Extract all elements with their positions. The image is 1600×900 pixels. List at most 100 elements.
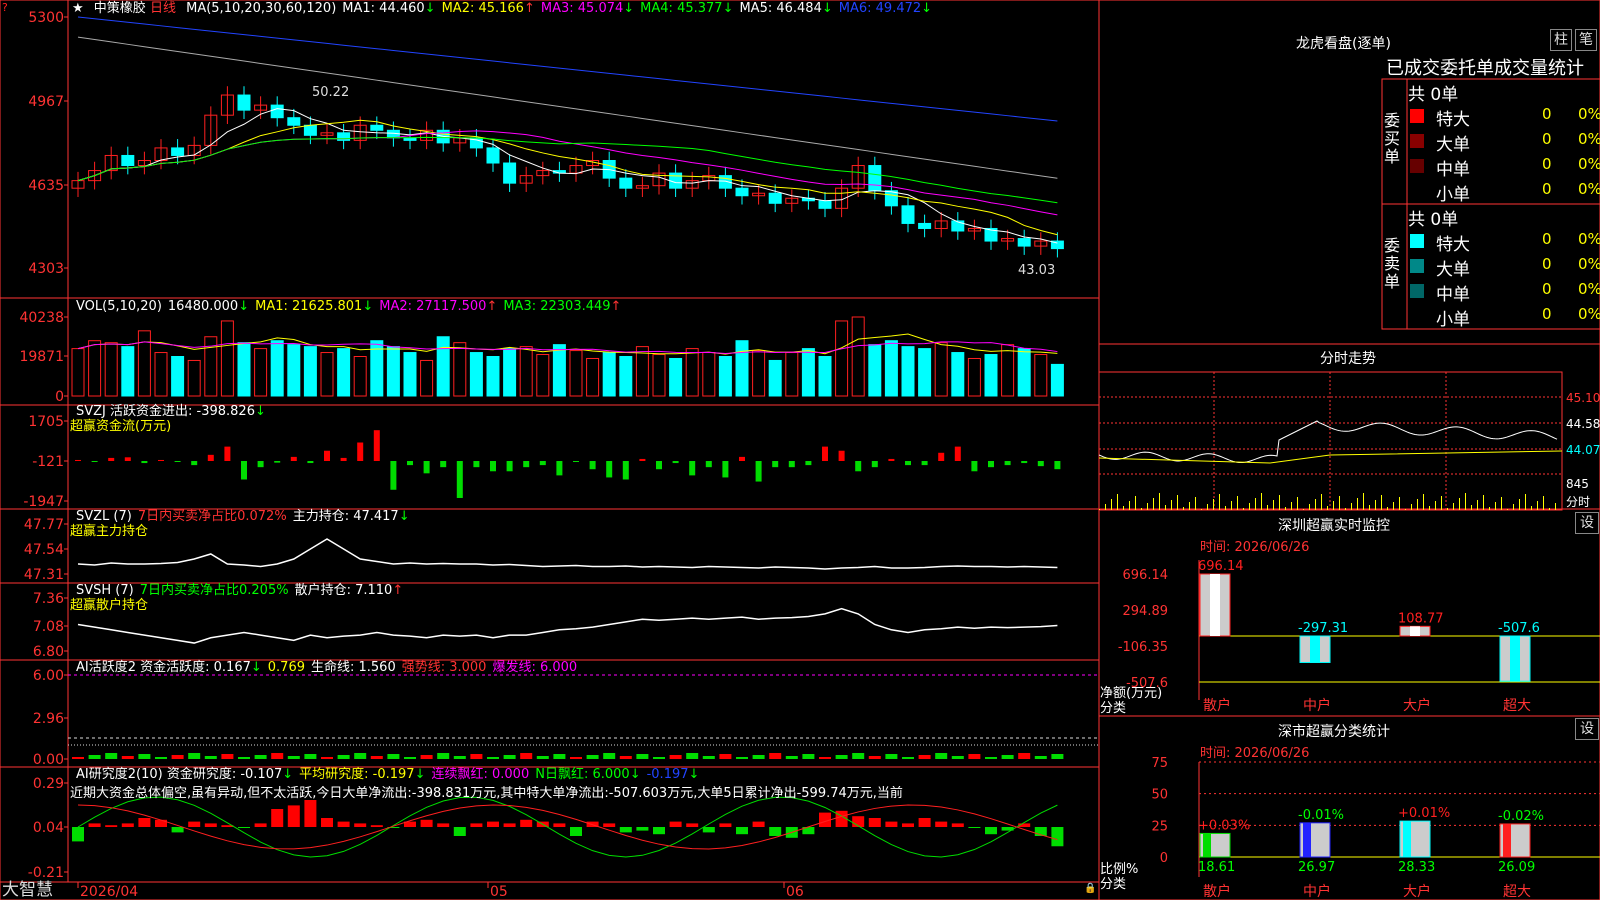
candle [287, 117, 301, 126]
corner-marker: ? [2, 1, 8, 14]
arrow-down-icon: ↓ [722, 1, 734, 16]
intraday-vol-bar [1327, 506, 1328, 510]
activity-bar [902, 757, 914, 759]
intraday-vol-bar [1225, 506, 1226, 510]
volume-bar [287, 344, 301, 397]
intraday-vol-bar [1333, 501, 1334, 510]
svsh-line [77, 607, 1058, 644]
axis-label: -121 [32, 454, 64, 470]
monitor-value: -507.6 [1498, 621, 1540, 636]
research-bar [121, 823, 134, 827]
indicator-value: MA1: 44.460 [342, 1, 425, 16]
axis-label: 0.29 [33, 776, 64, 792]
indicator-value: 散户持仓: 7.110 [294, 583, 393, 598]
main-chart-canvas[interactable]: 5300 4967 4635 4303 40238 19871 0 1705 -121 -1947… [0, 0, 1600, 900]
intraday-vol-bar [1285, 507, 1286, 510]
intraday-vol-bar [1147, 503, 1148, 510]
intraday-vol-bar [1537, 501, 1538, 510]
research-bar [603, 823, 616, 827]
monitor-category: 超大 [1503, 698, 1531, 714]
candle [486, 147, 500, 164]
intraday-vol-bar [1507, 509, 1508, 510]
arrow-down-icon: ↓ [424, 1, 436, 16]
indicator-value: MA6: 49.472 [838, 1, 922, 16]
ai-activity-header: AI活跃度2 资金活跃度: 0.167↓ 0.769 生命线: 1.560 强势线: … [70, 660, 577, 676]
volume-bar [88, 340, 102, 397]
sell-total: 共 0单 [1408, 210, 1459, 230]
arrow-up-icon: ↑ [523, 1, 535, 16]
svzl-line [77, 538, 1058, 570]
row-count: 0 [1542, 180, 1552, 198]
tick-view-button[interactable]: 笔 [1575, 29, 1597, 51]
candle [901, 205, 915, 224]
candle [735, 187, 749, 197]
intraday-vol-bar [1201, 509, 1202, 510]
volume-bar [104, 342, 118, 397]
legend-swatch [1410, 284, 1424, 298]
stats-axis-label: 25 [1151, 819, 1168, 834]
column-view-button[interactable]: 柱 [1550, 29, 1572, 51]
activity-bar [321, 757, 333, 759]
volume-bar [270, 340, 284, 397]
arrow-down-icon: ↓ [238, 299, 250, 314]
activity-bar [404, 757, 416, 759]
stats-settings-button[interactable]: 设 [1575, 718, 1599, 740]
arrow-down-icon: ↓ [629, 767, 641, 782]
flow-bar [573, 461, 579, 462]
flow-bar [838, 450, 845, 461]
intraday-vol-bar [1237, 496, 1238, 510]
period-label[interactable]: 日线 [150, 1, 176, 16]
activity-bar [586, 755, 599, 759]
axis-label: 5300 [28, 10, 64, 26]
volume-bar [403, 352, 417, 397]
volume-bar [469, 352, 483, 397]
activity-bar [603, 753, 616, 759]
activity-bar [287, 756, 300, 759]
intraday-vol-bar [1549, 508, 1550, 510]
arrow-up-icon: ↑ [486, 299, 498, 314]
volume-bar [187, 359, 201, 397]
research-bar [171, 827, 184, 833]
row-percent: 0% [1578, 130, 1600, 148]
intraday-vol-bar [1477, 500, 1478, 510]
candle [868, 165, 882, 192]
flow-bar [988, 461, 994, 468]
ma5-line [77, 36, 1058, 179]
research-bar [702, 827, 715, 833]
activity-bar [819, 757, 831, 759]
activity-bar [520, 753, 533, 759]
flow-bar [407, 461, 413, 466]
research-bar [868, 818, 881, 827]
volume-bar [735, 340, 749, 397]
flow-bar [822, 446, 828, 461]
intraday-vol-bar [1495, 502, 1496, 510]
lock-icon[interactable]: 🔒 [1084, 881, 1096, 897]
flow-bar [423, 461, 430, 474]
monitor-value: 108.77 [1398, 611, 1444, 626]
intraday-vol-bar [1267, 505, 1268, 510]
research-bar [686, 823, 699, 827]
axis-label: 0.04 [33, 820, 64, 836]
research-bar [719, 823, 732, 827]
intraday-vol-bar [1339, 496, 1340, 510]
intraday-price-line [1098, 420, 1558, 464]
axis-label: 7.08 [33, 619, 64, 635]
activity-bar [88, 755, 101, 759]
row-percent: 0% [1578, 180, 1600, 198]
monitor-settings-button[interactable]: 设 [1575, 512, 1599, 534]
date-label: 06 [786, 884, 804, 900]
flow-bar [656, 461, 662, 470]
candle [270, 104, 284, 119]
dragon-title: 龙虎看盘(逐单) [1296, 36, 1391, 52]
intraday-vol-bar [1153, 498, 1154, 510]
intraday-vol-bar [1261, 493, 1262, 510]
flow-bar [523, 461, 530, 468]
flow-bar [722, 461, 729, 478]
monitor-value: -297.31 [1298, 621, 1348, 636]
flow-bar [506, 461, 513, 472]
row-count: 0 [1542, 305, 1552, 323]
indicator-value: MA5: 46.484 [739, 1, 822, 16]
intraday-vol-bar [1231, 501, 1232, 510]
indicator-value: 强势线: 3.000 [401, 660, 487, 675]
star-icon[interactable]: ★ [72, 1, 84, 16]
